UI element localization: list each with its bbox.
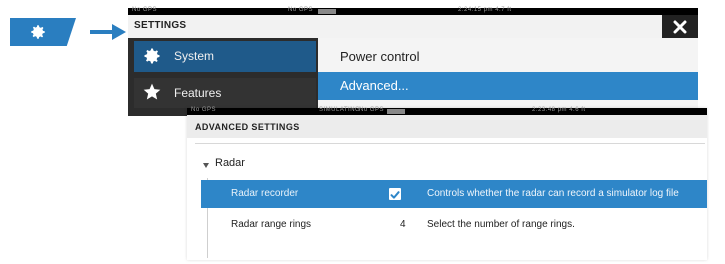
settings-window: No GPS No GPS 2:24:15 pm 4.7 ft SETTINGS… [128,7,698,116]
status-left: No GPS [132,7,158,13]
status-indicator [387,109,405,114]
advanced-settings-window: No GPS SIMULATING No GPS 2:23:48 pm 4.6 … [187,107,707,260]
status-bar: No GPS No GPS 2:24:15 pm 4.7 ft [128,7,698,15]
radar-recorder-checkbox[interactable] [389,188,401,200]
pointer-arrow-icon [90,24,126,40]
status-bar: No GPS SIMULATING No GPS 2:23:48 pm 4.6 … [187,107,707,115]
gear-icon [31,25,45,39]
menu-item-advanced[interactable]: Advanced... [318,72,698,100]
group-label: Radar [215,157,245,169]
close-button[interactable] [662,15,698,38]
gear-icon [144,48,160,64]
nav-item-features[interactable]: Features [134,78,316,108]
status-center: No GPS [359,107,385,113]
status-indicator [318,9,336,14]
status-left: No GPS [191,107,217,113]
nav-item-system[interactable]: System [134,41,316,72]
star-icon [143,83,161,100]
nav-item-label: Features [174,86,222,100]
setting-name: Radar recorder [231,188,299,199]
setting-row-radar-recorder[interactable]: Radar recorder Controls whether the rada… [201,180,707,208]
close-icon [673,20,687,33]
status-simulating: SIMULATING [319,107,361,113]
menu-panel: Power control Advanced... [318,38,698,116]
setting-value[interactable]: 4 [400,219,406,230]
status-center: No GPS [288,7,314,13]
menu-item-label: Advanced... [340,78,409,93]
menu-item-label: Power control [340,49,420,64]
title-bar: SETTINGS [128,15,698,38]
settings-tile[interactable] [10,18,76,46]
setting-row-radar-range-rings[interactable]: Radar range rings 4 Select the number of… [201,212,707,238]
status-right: 2:23:48 pm 4.6 ft [532,107,586,113]
window-title: SETTINGS [134,20,187,31]
collapse-triangle-icon [203,163,209,168]
setting-description: Select the number of range rings. [427,219,575,230]
group-radar[interactable]: Radar [187,146,707,174]
divider [195,143,705,144]
setting-description: Controls whether the radar can record a … [427,188,679,199]
checkmark-icon [390,191,400,199]
status-right: 2:24:15 pm 4.7 ft [458,7,512,13]
setting-name: Radar range rings [231,219,312,230]
nav-item-label: System [174,49,215,63]
menu-item-power-control[interactable]: Power control [318,44,698,70]
title-bar: ADVANCED SETTINGS [187,115,707,138]
window-title: ADVANCED SETTINGS [195,122,300,132]
